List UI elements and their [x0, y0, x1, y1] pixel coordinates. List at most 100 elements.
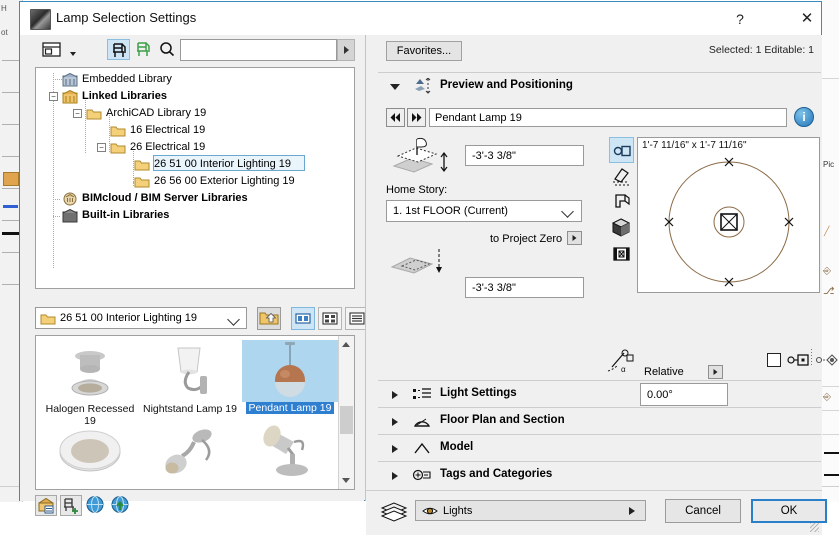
thumbnail-item[interactable]	[42, 420, 138, 483]
svg-text:α: α	[621, 365, 626, 374]
list-layout-icon[interactable]	[40, 39, 63, 60]
cancel-button[interactable]: Cancel	[665, 499, 741, 523]
dialog-footer: Lights Cancel OK	[366, 490, 822, 535]
folder-icon	[110, 124, 126, 138]
project-zero-field[interactable]: -3'-3 3/8"	[465, 277, 584, 298]
search-input[interactable]	[180, 39, 337, 61]
section-header-light-settings[interactable]: Light Settings	[378, 380, 821, 408]
resize-grip[interactable]	[810, 523, 819, 532]
thumbnail-label	[42, 482, 138, 483]
nav-next-button[interactable]	[407, 108, 426, 127]
rotation-relative-label: Relative	[644, 366, 684, 378]
archicad-lamp-icon	[30, 9, 51, 30]
linked-libraries-icon	[62, 90, 78, 104]
thumbnail-item[interactable]	[242, 420, 338, 483]
add-object-icon[interactable]	[60, 495, 82, 516]
light-settings-icon	[412, 386, 432, 403]
help-button[interactable]: ?	[723, 7, 757, 31]
section-header-preview-positioning[interactable]: Preview and Positioning	[378, 72, 821, 100]
chevron-right-icon	[392, 418, 398, 426]
object-name-field[interactable]: Pendant Lamp 19	[429, 108, 787, 127]
layers-icon[interactable]	[379, 501, 409, 523]
gravity-icon[interactable]	[815, 352, 839, 368]
tree-item-label: Embedded Library	[82, 73, 172, 85]
layout-dropdown-caret-icon[interactable]	[70, 52, 76, 56]
dialog-title: Lamp Selection Settings	[56, 10, 196, 25]
thumbnail-label: Pendant Lamp 19	[246, 402, 335, 414]
scrollbar-thumb[interactable]	[340, 406, 353, 434]
scroll-down-arrow-icon[interactable]	[342, 478, 350, 483]
section-title: Floor Plan and Section	[440, 414, 565, 426]
right-workspace-strip	[822, 0, 839, 502]
view-large-tiles-button[interactable]	[291, 307, 315, 330]
current-folder-dropdown[interactable]: 26 51 00 Interior Lighting 19	[35, 307, 247, 329]
3d-preview-icon[interactable]	[609, 215, 634, 241]
selection-status: Selected: 1 Editable: 1	[709, 44, 814, 56]
project-zero-expand-button[interactable]	[567, 231, 582, 245]
library-tree[interactable]: Embedded Library − Linked Libraries −	[35, 67, 355, 289]
search-go-button[interactable]	[337, 39, 355, 61]
object-name-row: Pendant Lamp 19 i	[386, 108, 816, 128]
dialog-title-bar[interactable]: Lamp Selection Settings ? ✕	[20, 2, 821, 35]
object-preview-canvas[interactable]: 1'-7 11/16" x 1'-7 11/16"	[637, 137, 820, 293]
folder-navigation-bar: 26 51 00 Interior Lighting 19	[35, 307, 355, 331]
chevron-down-icon	[390, 84, 400, 90]
tags-categories-icon	[412, 467, 432, 484]
note-preview-icon[interactable]	[609, 241, 634, 267]
elevation-field[interactable]: -3'-3 3/8"	[465, 145, 584, 166]
tree-item-label: ArchiCAD Library 19	[106, 107, 206, 119]
embedded-library-icon	[62, 73, 78, 87]
thumbnail-item[interactable]: Halogen Recessed 19	[42, 340, 138, 427]
thumbnail-label	[142, 482, 238, 483]
layer-dropdown[interactable]: Lights	[415, 500, 646, 521]
thumbnail-label	[242, 482, 338, 483]
info-icon[interactable]: i	[794, 107, 814, 127]
object-thumbnail-grid[interactable]: Halogen Recessed 19 Nightstand Lamp 19	[35, 335, 355, 490]
2d-symbol-icon[interactable]	[609, 137, 634, 163]
builtin-library-icon	[62, 209, 78, 223]
object-chair-icon[interactable]	[107, 39, 130, 60]
globe-download-icon[interactable]	[110, 495, 132, 516]
settings-pane: Favorites... Selected: 1 Editable: 1 Pre…	[365, 35, 822, 501]
folder-icon	[110, 141, 126, 155]
tree-expander-26-electrical[interactable]: −	[97, 143, 106, 152]
mirror-checkbox[interactable]	[767, 353, 781, 367]
tree-item-label: 26 56 00 Exterior Lighting 19	[154, 175, 295, 187]
floor-plan-section-icon	[412, 413, 432, 430]
tree-item-label: Built-in Libraries	[82, 209, 169, 221]
nav-prev-button[interactable]	[386, 108, 405, 127]
rotation-expand-button[interactable]	[708, 365, 723, 379]
scroll-up-arrow-icon[interactable]	[342, 342, 350, 347]
thumbnail-scrollbar[interactable]	[338, 336, 354, 489]
ok-button[interactable]: OK	[751, 499, 827, 523]
3d-front-view-icon[interactable]	[609, 163, 634, 189]
tree-expander-linked-libraries[interactable]: −	[49, 92, 58, 101]
globe-icon[interactable]	[85, 495, 107, 516]
folder-icon	[134, 175, 150, 189]
section-header-model[interactable]: Model	[378, 434, 821, 462]
chevron-down-icon	[561, 205, 574, 218]
anchor-point-icon[interactable]	[787, 352, 809, 368]
section-header-tags-and-categories[interactable]: Tags and Categories	[378, 461, 821, 489]
thumbnail-item-selected[interactable]: Pendant Lamp 19	[242, 340, 338, 414]
favorites-button[interactable]: Favorites...	[386, 41, 462, 61]
folder-icon	[40, 312, 56, 326]
object-chair-green-icon[interactable]	[132, 39, 155, 60]
ceiling-disc-lamp-image	[42, 420, 138, 482]
layer-expand-arrow-icon[interactable]	[627, 505, 637, 517]
3d-axon-view-icon[interactable]	[609, 189, 634, 215]
search-icon[interactable]	[156, 39, 179, 60]
home-story-dropdown[interactable]: 1. 1st FLOOR (Current)	[386, 200, 582, 222]
library-manager-icon[interactable]	[35, 495, 57, 516]
library-browser-pane: Embedded Library − Linked Libraries −	[20, 35, 364, 501]
section-header-floor-plan-and-section[interactable]: Floor Plan and Section	[378, 407, 821, 435]
thumbnail-item[interactable]: Nightstand Lamp 19	[142, 340, 238, 415]
close-button[interactable]: ✕	[790, 7, 824, 31]
chevron-down-icon	[227, 313, 240, 326]
tree-item-label: 26 Electrical 19	[130, 141, 205, 153]
folder-up-button[interactable]	[257, 307, 281, 330]
tree-expander-archicad-library[interactable]: −	[73, 109, 82, 118]
view-grid-button[interactable]	[318, 307, 342, 330]
thumbnail-item[interactable]	[142, 420, 238, 483]
eye-icon	[422, 504, 438, 518]
